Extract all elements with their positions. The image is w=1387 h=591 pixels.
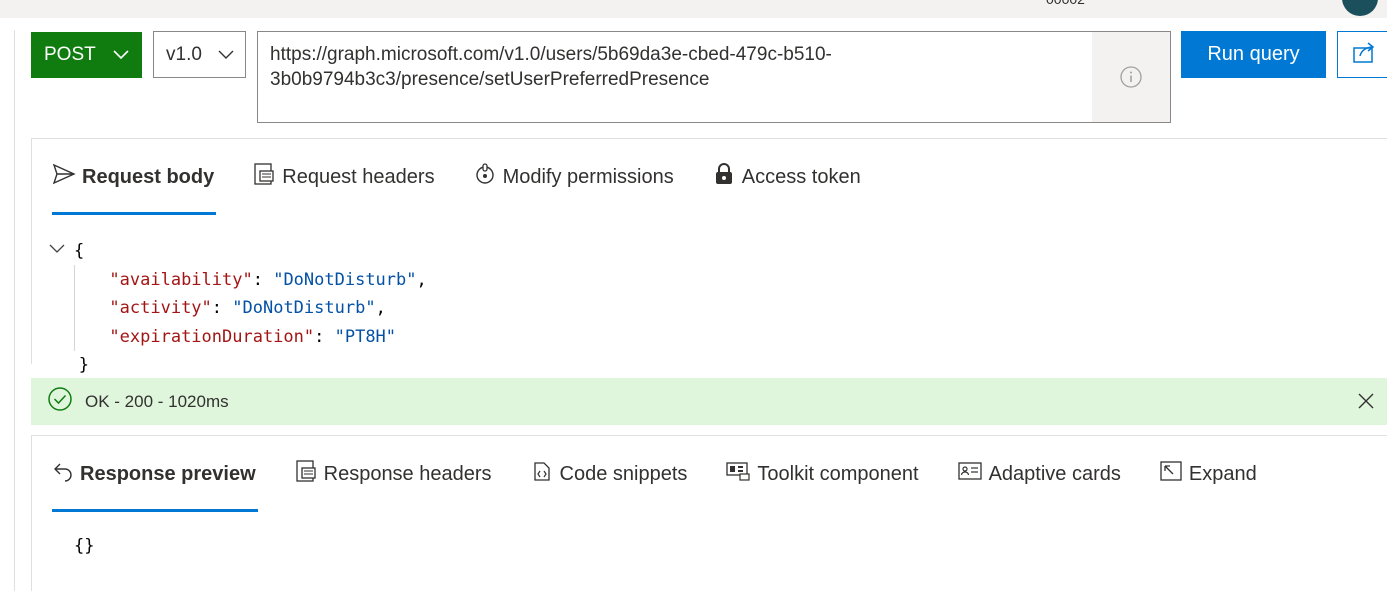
version-dropdown[interactable]: v1.0 <box>153 31 246 78</box>
top-bar: 00002 <box>0 0 1387 18</box>
status-text: OK - 200 - 1020ms <box>85 391 229 411</box>
share-button[interactable] <box>1337 31 1387 78</box>
close-icon[interactable] <box>1357 392 1375 415</box>
tab-label: Adaptive cards <box>988 462 1121 485</box>
permissions-icon <box>473 162 503 192</box>
http-method-label: POST <box>44 44 96 65</box>
tab-label: Response headers <box>323 462 492 485</box>
run-query-button[interactable]: Run query <box>1181 31 1326 78</box>
undo-icon <box>52 460 80 488</box>
request-panel: Request body Request headers Modify perm… <box>31 138 1387 375</box>
code-line: "expirationDuration": "PT8H" <box>109 326 397 347</box>
headers-doc-icon <box>294 459 324 489</box>
response-panel: Response preview Response headers Code s… <box>31 435 1387 591</box>
tab-response-preview[interactable]: Response preview <box>52 436 258 512</box>
tab-label: Request body <box>82 165 215 188</box>
expand-icon <box>1159 460 1189 488</box>
tab-label: Modify permissions <box>502 165 674 188</box>
version-label: v1.0 <box>166 43 202 65</box>
tab-adaptive-cards[interactable]: Adaptive cards <box>957 436 1121 512</box>
tab-expand[interactable]: Expand <box>1159 436 1257 512</box>
fold-chevron-icon[interactable] <box>48 237 74 266</box>
tab-toolkit-component[interactable]: Toolkit component <box>725 436 919 512</box>
tab-response-headers[interactable]: Response headers <box>294 436 492 512</box>
headers-doc-icon <box>252 162 282 192</box>
tab-access-token[interactable]: Access token <box>712 139 861 215</box>
chevron-down-icon <box>112 45 130 69</box>
url-line-1: https://graph.microsoft.com/v1.0/users/5… <box>270 44 832 65</box>
tab-label: Code snippets <box>559 462 688 485</box>
status-message-bar: OK - 200 - 1020ms <box>31 378 1387 425</box>
response-body: {} <box>74 536 95 556</box>
request-body-editor[interactable]: { "availability": "DoNotDisturb", "activ… <box>48 237 427 380</box>
tab-label: Expand <box>1188 462 1257 485</box>
tab-label: Response preview <box>80 462 256 485</box>
tab-modify-permissions[interactable]: Modify permissions <box>473 139 674 215</box>
url-text: https://graph.microsoft.com/v1.0/users/5… <box>270 42 1090 92</box>
code-snippet-icon <box>530 459 560 489</box>
chevron-down-icon <box>217 45 235 69</box>
send-icon <box>52 163 82 191</box>
check-circle-icon <box>47 386 73 417</box>
request-tabs: Request body Request headers Modify perm… <box>52 139 899 215</box>
code-line: "activity": "DoNotDisturb", <box>109 298 386 318</box>
lock-icon <box>712 162 742 192</box>
tab-request-headers[interactable]: Request headers <box>252 139 435 215</box>
tab-label: Access token <box>741 165 861 188</box>
share-icon <box>1352 42 1378 67</box>
url-line-2: 3b0b9794b3c3/presence/setUserPreferredPr… <box>270 69 710 90</box>
tab-request-body[interactable]: Request body <box>52 139 217 215</box>
info-icon[interactable] <box>1092 32 1170 122</box>
http-method-dropdown[interactable]: POST <box>31 32 142 78</box>
url-input[interactable]: https://graph.microsoft.com/v1.0/users/5… <box>257 31 1171 123</box>
toolkit-icon <box>725 460 757 488</box>
response-tabs: Response preview Response headers Code s… <box>52 436 1295 512</box>
tab-label: Request headers <box>282 165 435 188</box>
left-rail-divider <box>14 30 15 591</box>
code-line-close: } <box>78 355 89 375</box>
avatar[interactable] <box>1342 0 1378 16</box>
code-line-open: { <box>48 237 427 266</box>
tab-code-snippets[interactable]: Code snippets <box>530 436 688 512</box>
code-line: "availability": "DoNotDisturb", <box>109 269 427 290</box>
tab-label: Toolkit component <box>757 462 919 485</box>
card-icon <box>957 460 989 488</box>
user-name-fragment: 00002 <box>1046 0 1085 7</box>
